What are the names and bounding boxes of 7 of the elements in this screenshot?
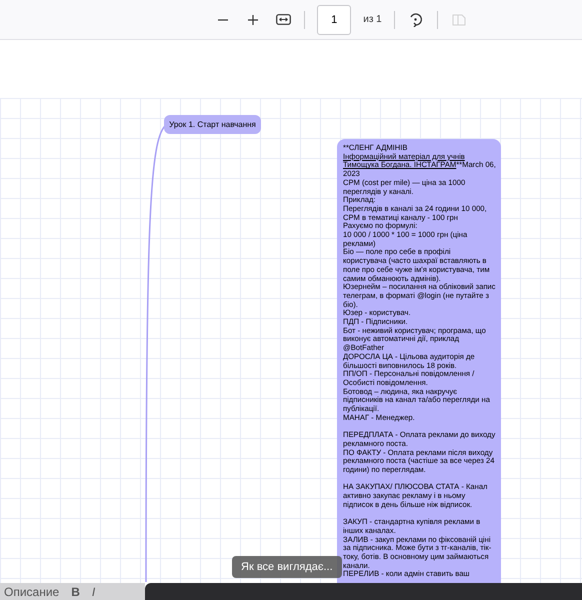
mind-map-node[interactable]: Урок 1. Старт навчання — [164, 115, 261, 134]
tooltip: Як все виглядає... — [232, 556, 342, 578]
description-label: Описание — [4, 584, 60, 600]
page-number-field[interactable]: 1 — [317, 4, 352, 34]
page-count: из 1 — [363, 13, 382, 27]
bold-button[interactable]: B — [71, 582, 80, 600]
italic-button[interactable]: I — [92, 582, 96, 600]
